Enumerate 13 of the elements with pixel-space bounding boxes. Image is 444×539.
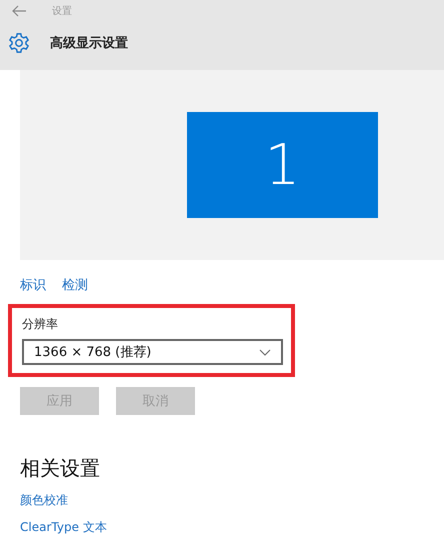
display-link[interactable]: 标识 [20,276,46,294]
window-title: 设置 [52,4,72,18]
monitor-tile[interactable]: 1 [187,112,378,218]
chevron-down-icon [259,348,271,356]
settings-link[interactable]: ClearType 文本 [20,520,107,534]
resolution-label: 分辨率 [22,316,59,333]
resolution-dropdown[interactable]: 1366 × 768 (推荐) [22,339,283,365]
section-heading: 相关设置 [19,455,101,482]
display-link[interactable]: 检测 [62,276,88,294]
settings-link[interactable]: 颜色校准 [20,493,68,507]
back-arrow-icon[interactable] [12,5,26,17]
page-title: 高级显示设置 [50,34,128,52]
settings-icon [8,32,30,54]
